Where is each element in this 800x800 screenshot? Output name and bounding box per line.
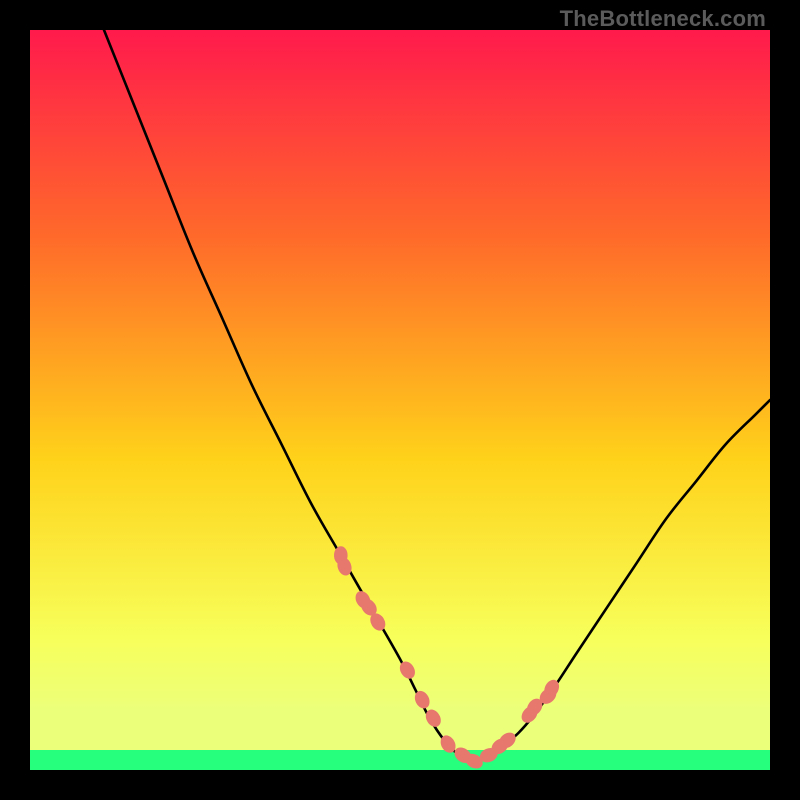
chart-frame (30, 30, 770, 770)
chart-svg (30, 30, 770, 770)
watermark-text: TheBottleneck.com (560, 6, 766, 32)
